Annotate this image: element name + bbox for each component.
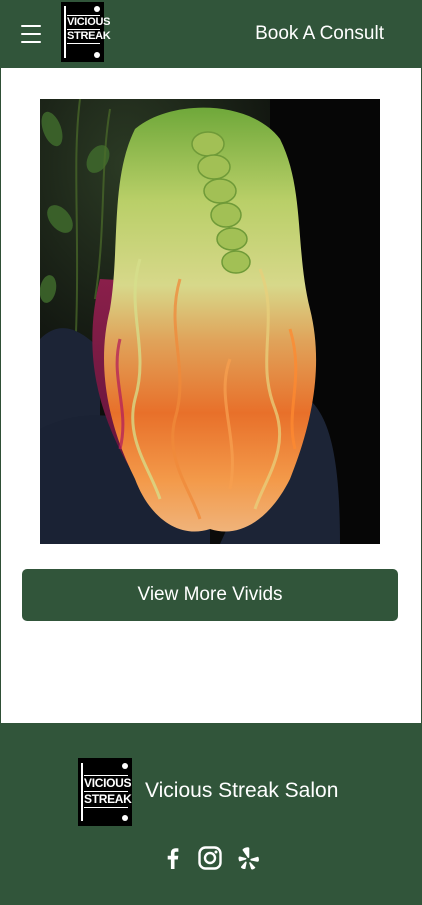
footer-logo[interactable]: VICIOUS STREAK — [78, 758, 132, 826]
facebook-icon[interactable] — [160, 845, 186, 871]
view-more-vivids-button[interactable]: View More Vivids — [22, 569, 398, 621]
hamburger-menu-icon[interactable] — [21, 25, 41, 43]
yelp-icon[interactable] — [235, 845, 261, 871]
footer-brand-name: Vicious Streak Salon — [145, 779, 339, 802]
hero-hair-photo — [40, 99, 380, 544]
instagram-icon[interactable] — [197, 845, 223, 871]
footer-logo-word-1: VICIOUS — [84, 776, 132, 790]
book-consult-link[interactable]: Book A Consult — [255, 23, 384, 45]
site-footer: VICIOUS STREAK Vicious Streak Salon — [0, 723, 422, 905]
footer-logo-word-2: STREAK — [84, 792, 132, 806]
site-logo[interactable]: VICIOUS STREAK — [61, 2, 111, 62]
logo-word-1: VICIOUS — [67, 16, 111, 28]
logo-word-2: STREAK — [67, 30, 111, 42]
site-header: VICIOUS STREAK Book A Consult — [0, 0, 422, 68]
